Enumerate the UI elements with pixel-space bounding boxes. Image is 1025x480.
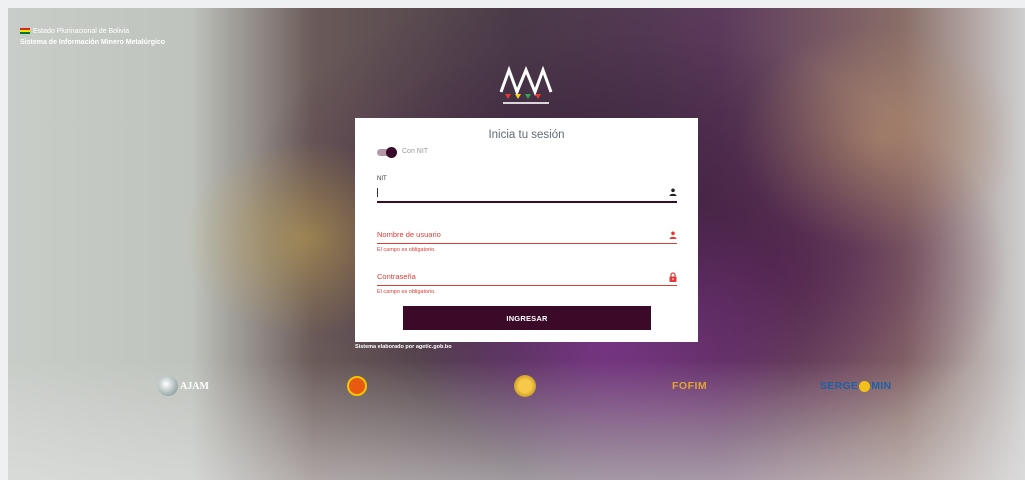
login-title: Inicia tu sesión	[488, 129, 565, 141]
system-name: Sistema de Información Minero Metalúrgic…	[20, 39, 166, 46]
login-button[interactable]: INGRESAR	[403, 306, 651, 330]
ajam-emblem-icon	[158, 376, 178, 396]
password-error: El campo es obligatorio.	[377, 289, 436, 295]
site-header: Estado Plurinacional de Bolivia Sistema …	[20, 26, 165, 48]
password-placeholder: Contraseña	[377, 272, 416, 281]
country-line: Estado Plurinacional de Bolivia	[20, 26, 165, 37]
bolivia-flag-icon	[20, 28, 30, 35]
user-icon	[669, 188, 677, 196]
sergeo-logo-text-a: SERGE	[820, 380, 859, 392]
fofim-logo-text: FOFIM	[672, 380, 708, 392]
nit-toggle-label: Con NIT	[402, 148, 429, 155]
nit-field[interactable]: NIT	[377, 176, 677, 204]
username-field[interactable]: Nombre de usuario	[377, 230, 677, 246]
partner-seal-icon	[514, 375, 536, 397]
ministry-logo	[499, 65, 553, 104]
partner-logo-fofim[interactable]: FOFIM	[672, 372, 707, 400]
nit-label: NIT	[377, 176, 387, 182]
login-card: Inicia tu sesión Con NIT NIT Nombre de u…	[355, 118, 698, 342]
sergeo-sun-icon	[859, 380, 871, 392]
country-name: Estado Plurinacional de Bolivia	[33, 28, 130, 35]
toggle-knob	[386, 147, 397, 158]
partner-logo-ajam[interactable]: AJAM	[158, 372, 209, 400]
lock-icon	[669, 272, 677, 282]
username-placeholder: Nombre de usuario	[377, 230, 441, 239]
username-error: El campo es obligatorio.	[377, 247, 436, 253]
username-underline	[377, 243, 677, 244]
partner-logo-sergeomin[interactable]: SERGE MIN	[820, 372, 891, 400]
user-icon	[669, 231, 677, 239]
password-underline	[377, 285, 677, 286]
partner-emblem-icon	[347, 376, 367, 396]
nit-toggle[interactable]	[377, 147, 397, 158]
ajam-logo-text: AJAM	[180, 380, 209, 392]
password-field[interactable]: Contraseña	[377, 272, 677, 288]
sergeo-logo-text-b: MIN	[871, 380, 892, 392]
credit-text: Sistema elaborado por agetic.gob.bo	[355, 344, 452, 350]
partner-logo-3[interactable]	[514, 372, 536, 400]
nit-underline	[377, 201, 677, 203]
partner-logo-2[interactable]	[347, 372, 367, 400]
text-caret	[377, 188, 378, 197]
